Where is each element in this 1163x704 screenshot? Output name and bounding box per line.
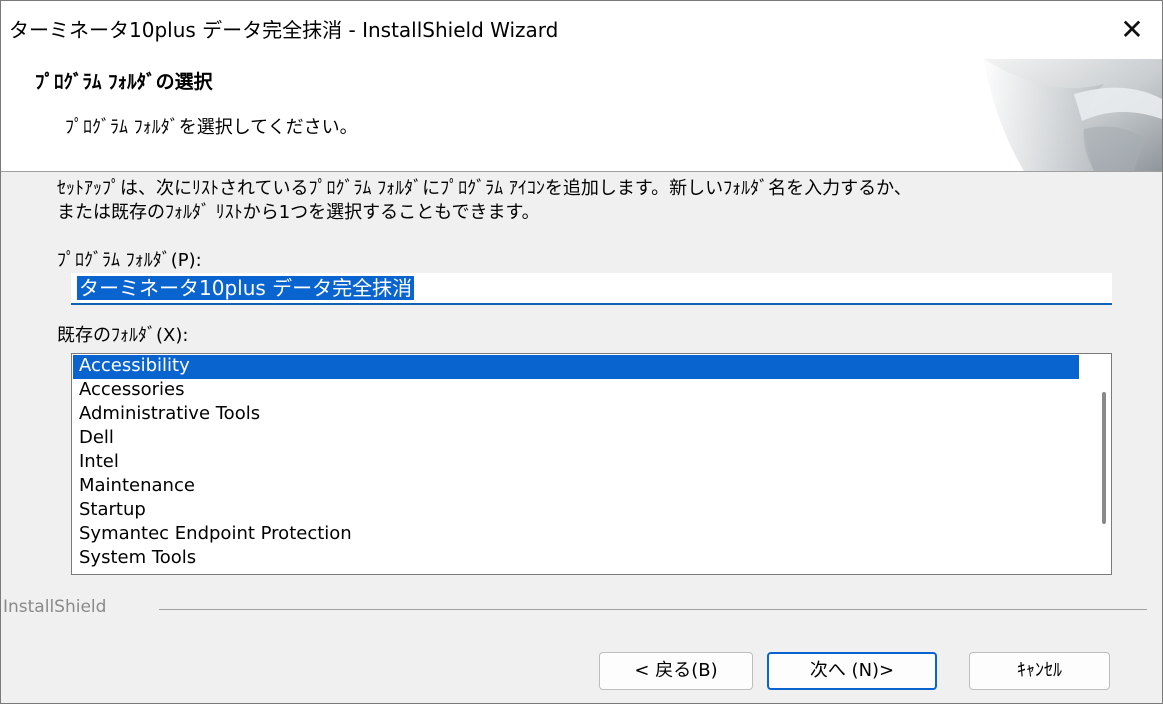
existing-folders-list[interactable]: Accessibility Accessories Administrative… — [71, 353, 1112, 575]
installshield-brand-label: InstallShield — [3, 597, 107, 617]
close-button[interactable]: ✕ — [1102, 1, 1162, 59]
title-bar: ターミネータ10plus データ完全抹消 - InstallShield Wiz… — [1, 1, 1162, 59]
back-button[interactable]: < 戻る(B) — [599, 652, 753, 690]
list-item[interactable]: Symantec Endpoint Protection — [73, 523, 1079, 547]
list-item[interactable]: Startup — [73, 499, 1079, 523]
list-item[interactable]: Accessibility — [73, 355, 1079, 379]
next-button[interactable]: 次へ (N)> — [767, 652, 937, 690]
program-folder-label: ﾌﾟﾛｸﾞﾗﾑ ﾌｫﾙﾀﾞ(P): — [57, 250, 202, 271]
list-item[interactable]: Accessories — [73, 379, 1079, 403]
brand-separator: InstallShield — [1, 597, 1162, 621]
header-title: ﾌﾟﾛｸﾞﾗﾑ ﾌｫﾙﾀﾞの選択 — [35, 71, 213, 93]
list-scrollbar[interactable] — [1081, 354, 1111, 574]
separator-line — [159, 609, 1147, 610]
list-item[interactable]: Maintenance — [73, 475, 1079, 499]
existing-folders-items: Accessibility Accessories Administrative… — [73, 355, 1079, 571]
header-subtitle: ﾌﾟﾛｸﾞﾗﾑ ﾌｫﾙﾀﾞを選択してください。 — [65, 117, 358, 138]
window-title: ターミネータ10plus データ完全抹消 - InstallShield Wiz… — [9, 18, 559, 42]
list-item[interactable]: System Tools — [73, 547, 1079, 571]
program-folder-input[interactable]: ターミネータ10plus データ完全抹消 — [71, 273, 1112, 305]
list-item[interactable]: Intel — [73, 451, 1079, 475]
cancel-button[interactable]: ｷｬﾝｾﾙ — [969, 652, 1110, 690]
program-folder-input-value: ターミネータ10plus データ完全抹消 — [77, 276, 415, 300]
scrollbar-thumb[interactable] — [1102, 392, 1106, 524]
list-item[interactable]: Dell — [73, 427, 1079, 451]
description-text: ｾｯﾄｱｯﾌﾟは、次にﾘｽﾄされているﾌﾟﾛｸﾞﾗﾑ ﾌｫﾙﾀﾞにﾌﾟﾛｸﾞﾗﾑ… — [57, 178, 912, 223]
list-item[interactable]: Administrative Tools — [73, 403, 1079, 427]
page-curl-icon — [984, 59, 1162, 171]
header-panel: ﾌﾟﾛｸﾞﾗﾑ ﾌｫﾙﾀﾞの選択 ﾌﾟﾛｸﾞﾗﾑ ﾌｫﾙﾀﾞを選択してください。 — [1, 59, 1162, 172]
existing-folders-label: 既存のﾌｫﾙﾀﾞ(X): — [57, 325, 189, 346]
installshield-wizard-window: ターミネータ10plus データ完全抹消 - InstallShield Wiz… — [0, 0, 1163, 704]
